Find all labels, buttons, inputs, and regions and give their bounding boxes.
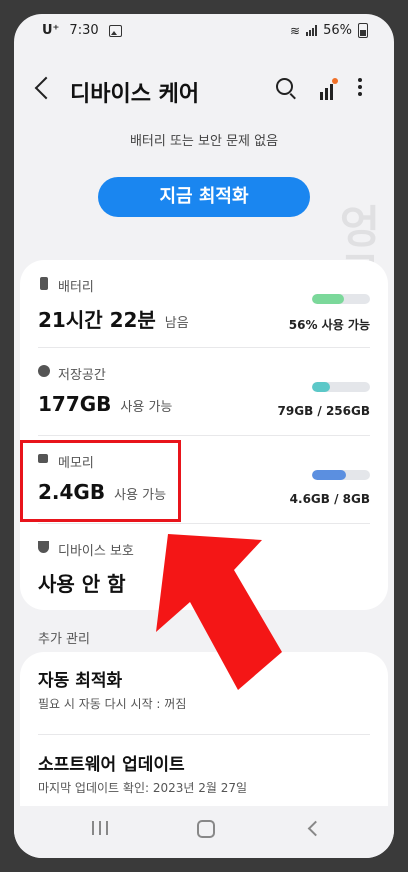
red-arrow-annotation xyxy=(156,534,282,690)
red-arrow-shape xyxy=(156,534,282,690)
